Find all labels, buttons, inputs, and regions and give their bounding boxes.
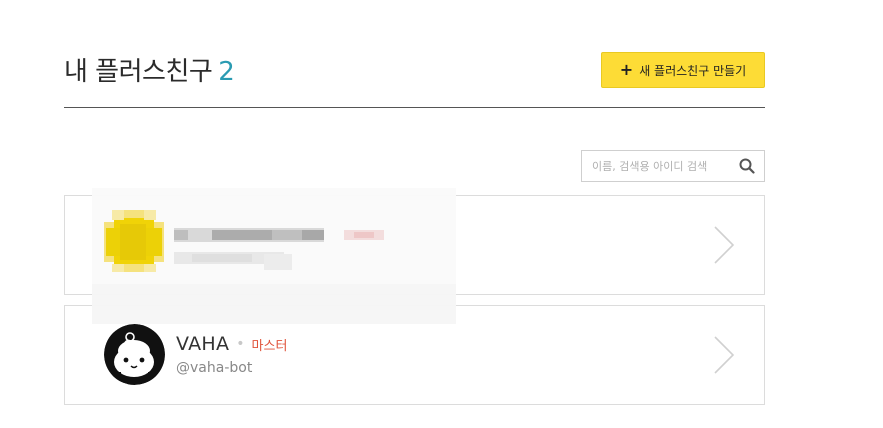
redaction-overlay [92,188,456,324]
plus-icon: + [619,60,634,79]
friend-name: VAHA [176,333,230,355]
chevron-right-icon [714,226,735,264]
search-icon[interactable] [738,157,756,175]
create-button-label: 새 플러스친구 만들기 [639,63,747,78]
search-input[interactable] [582,152,738,180]
separator-dot: • [236,336,245,352]
page: 내 플러스친구 2 + 새 플러스친구 만들기 이름, 검색용 아이디 검색 V… [0,0,883,428]
friend-id: @vaha-bot [176,360,253,376]
title-divider [64,107,765,108]
page-title: 내 플러스친구 2 [64,52,235,92]
avatar [104,324,165,385]
name-row: VAHA • 마스터 [176,333,287,355]
friend-count: 2 [218,57,235,87]
pixelated-avatar-image [92,210,456,324]
role-badge: 마스터 [251,338,288,354]
create-plusfriend-button[interactable]: + 새 플러스친구 만들기 [601,52,765,88]
page-title-text: 내 플러스친구 [64,57,213,87]
search-box [581,150,765,182]
chevron-right-icon [714,336,735,374]
